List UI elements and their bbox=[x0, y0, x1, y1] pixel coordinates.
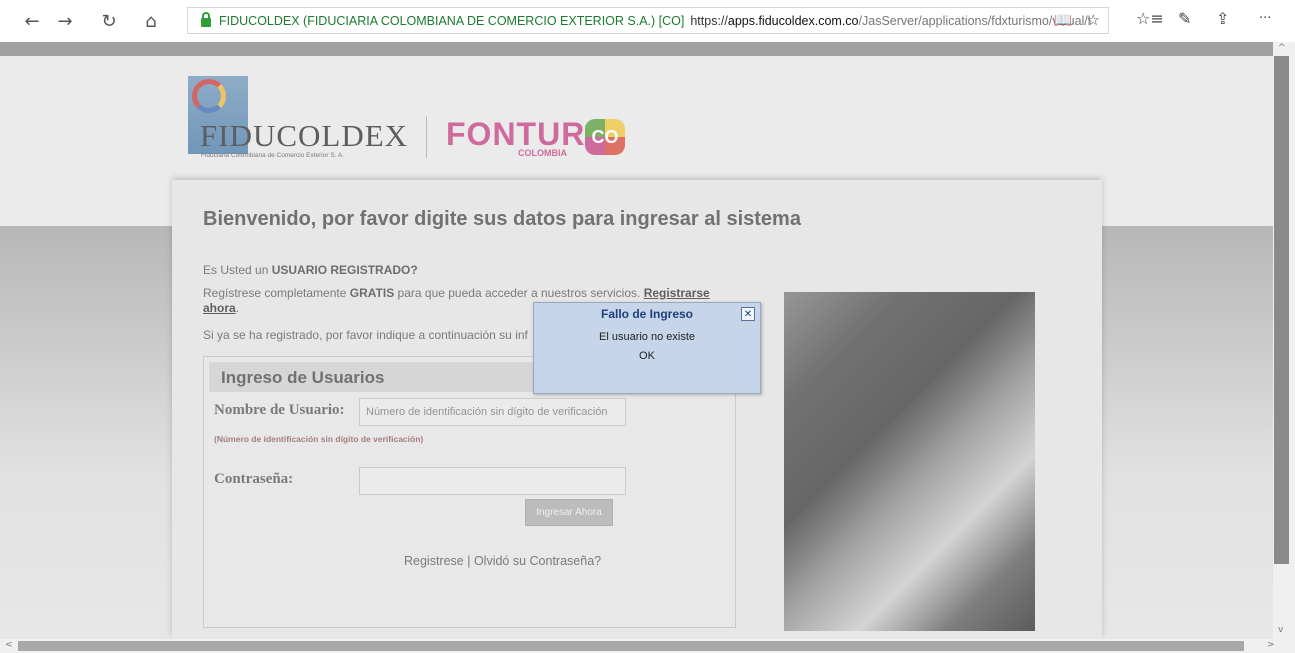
url-scheme: https:// bbox=[690, 13, 728, 28]
close-icon[interactable]: ✕ bbox=[741, 307, 755, 321]
home-icon[interactable]: ⌂ bbox=[138, 8, 164, 34]
url-text: https://apps.fiducoldex.com.co/JasServer… bbox=[690, 14, 1090, 28]
scroll-right-arrow-icon[interactable]: > bbox=[1267, 640, 1275, 650]
login-error-dialog: Fallo de Ingreso ✕ El usuario no existe … bbox=[533, 302, 761, 394]
favorite-star-icon[interactable]: ☆ bbox=[1087, 11, 1100, 29]
horizontal-scroll-thumb[interactable] bbox=[18, 641, 1244, 651]
url-host: apps.fiducoldex.com.co bbox=[727, 13, 859, 28]
browser-toolbar: ← → ↻ ⌂ FIDUCOLDEX (FIDUCIARIA COLOMBIAN… bbox=[0, 0, 1295, 42]
more-menu-icon[interactable]: ··· bbox=[1259, 11, 1271, 26]
scroll-down-arrow-icon[interactable]: v bbox=[1278, 625, 1283, 635]
address-bar[interactable]: FIDUCOLDEX (FIDUCIARIA COLOMBIANA DE COM… bbox=[187, 7, 1109, 34]
site-identity: FIDUCOLDEX (FIDUCIARIA COLOMBIANA DE COM… bbox=[219, 13, 685, 28]
dialog-message: El usuario no existe bbox=[599, 331, 695, 343]
vertical-scrollbar[interactable]: ^ v bbox=[1273, 42, 1295, 639]
lock-icon bbox=[201, 12, 211, 27]
dialog-ok-button[interactable]: OK bbox=[534, 350, 760, 362]
forward-icon[interactable]: → bbox=[52, 8, 78, 34]
refresh-icon[interactable]: ↻ bbox=[96, 8, 122, 34]
share-icon[interactable]: ⇪ bbox=[1216, 9, 1229, 28]
vertical-scroll-thumb[interactable] bbox=[1274, 56, 1289, 564]
back-icon[interactable]: ← bbox=[19, 8, 45, 34]
scroll-left-arrow-icon[interactable]: < bbox=[5, 640, 13, 650]
scroll-up-arrow-icon[interactable]: ^ bbox=[1278, 43, 1286, 53]
notes-pen-icon[interactable]: ✎ bbox=[1178, 9, 1191, 28]
horizontal-scrollbar[interactable]: < > bbox=[0, 639, 1295, 653]
dialog-title: Fallo de Ingreso bbox=[600, 307, 693, 321]
reading-view-icon[interactable]: 📖 bbox=[1054, 11, 1073, 29]
favorites-hub-icon[interactable]: ☆≡ bbox=[1136, 9, 1164, 28]
